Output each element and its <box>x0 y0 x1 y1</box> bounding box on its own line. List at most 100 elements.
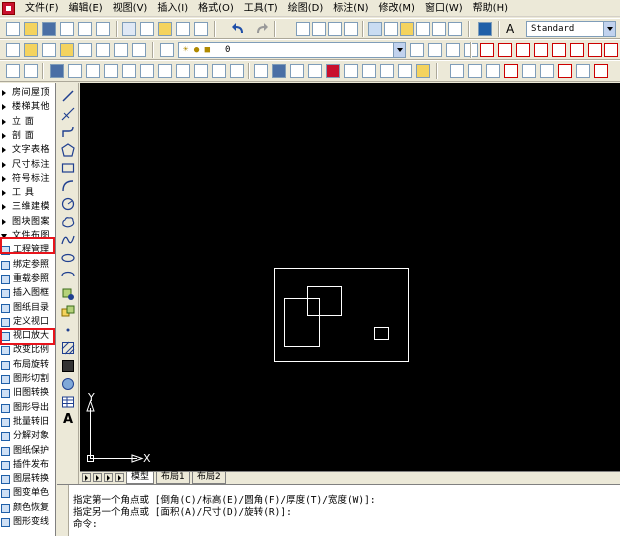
make-block-icon[interactable] <box>61 305 75 319</box>
eraser-icon[interactable] <box>326 64 340 78</box>
open-file-icon[interactable] <box>24 22 38 36</box>
tool-h-icon[interactable] <box>540 64 554 78</box>
undo-icon[interactable] <box>232 22 246 36</box>
polyline-icon[interactable] <box>61 125 75 139</box>
column-icon[interactable] <box>68 64 82 78</box>
insert-block-icon[interactable] <box>61 287 75 301</box>
text-icon[interactable] <box>230 64 244 78</box>
palette-command[interactable]: 布局旋转 <box>0 359 55 372</box>
region-icon[interactable] <box>61 377 75 391</box>
save-icon[interactable] <box>42 22 56 36</box>
palette-command[interactable]: 分解对象 <box>0 430 55 443</box>
window-icon[interactable] <box>122 64 136 78</box>
pan-icon[interactable] <box>296 22 310 36</box>
tool-j-icon[interactable] <box>576 64 590 78</box>
paste-icon[interactable] <box>158 22 172 36</box>
menu-item[interactable]: 文件(F) <box>20 0 64 17</box>
palette-command[interactable]: 定义视口 <box>0 316 55 329</box>
polygon-icon[interactable] <box>61 143 75 157</box>
tool-f-icon[interactable] <box>504 64 518 78</box>
sheet-set-icon[interactable] <box>416 22 430 36</box>
tool-i-icon[interactable] <box>558 64 572 78</box>
layer-freeze-icon[interactable] <box>42 43 56 57</box>
palette-category[interactable]: 立 面 <box>0 116 55 129</box>
dimension-icon[interactable] <box>158 64 172 78</box>
layer-isolate-icon[interactable] <box>446 43 460 57</box>
osnap-icon[interactable] <box>552 43 566 57</box>
markup-icon[interactable] <box>432 22 446 36</box>
ortho-icon[interactable] <box>516 43 530 57</box>
palette-category[interactable]: 工 具 <box>0 187 55 200</box>
menu-item[interactable]: 窗口(W) <box>420 0 468 17</box>
menu-item[interactable]: 视图(V) <box>108 0 153 17</box>
small-square[interactable] <box>374 327 389 340</box>
axis-icon[interactable] <box>140 64 154 78</box>
cut-icon[interactable] <box>122 22 136 36</box>
palette-command[interactable]: 图形切割 <box>0 373 55 386</box>
bulb-icon[interactable] <box>24 43 38 57</box>
menu-item[interactable]: 格式(O) <box>193 0 239 17</box>
block-editor-icon[interactable] <box>194 22 208 36</box>
zoom-realtime-icon[interactable] <box>312 22 326 36</box>
palette-category[interactable]: 剖 面 <box>0 130 55 143</box>
drawing-canvas[interactable]: Y X <box>80 83 620 471</box>
palette-category[interactable]: 尺寸标注 <box>0 159 55 172</box>
plot-icon[interactable] <box>96 22 110 36</box>
properties-icon[interactable] <box>368 22 382 36</box>
redo-icon[interactable] <box>254 22 268 36</box>
palette-command[interactable]: 颜色恢复 <box>0 502 55 515</box>
small-rectangle-left[interactable] <box>284 298 320 347</box>
grid-icon[interactable] <box>480 43 494 57</box>
polar-icon[interactable] <box>534 43 548 57</box>
palette-command[interactable]: 图形变线 <box>0 516 55 529</box>
command-grip[interactable] <box>57 485 69 536</box>
palette-category[interactable]: 三维建模 <box>0 201 55 214</box>
zoom-window-icon[interactable] <box>328 22 342 36</box>
new-file-icon[interactable] <box>6 22 20 36</box>
command-prompt[interactable]: 命令: <box>73 519 98 531</box>
menu-item[interactable]: 绘图(D) <box>283 0 329 17</box>
block-icon[interactable] <box>272 64 286 78</box>
match-properties-icon[interactable] <box>176 22 190 36</box>
mtext-icon[interactable]: A <box>61 413 75 427</box>
layer-lock-icon[interactable] <box>60 43 74 57</box>
palette-command[interactable]: 图形导出 <box>0 402 55 415</box>
room-icon[interactable] <box>308 64 322 78</box>
table-draw-icon[interactable] <box>61 395 75 409</box>
palette-command[interactable]: 图纸目录 <box>0 302 55 315</box>
design-center-icon[interactable] <box>384 22 398 36</box>
layer-select[interactable]: ☀ ● ■ 0 <box>178 42 406 58</box>
print-preview-icon[interactable] <box>78 22 92 36</box>
ellipse-arc-icon[interactable] <box>61 269 75 283</box>
layer-manager-icon[interactable] <box>160 43 174 57</box>
tab-model[interactable]: 模型 <box>126 472 155 484</box>
small-rectangle-top[interactable] <box>307 286 342 316</box>
section-icon[interactable] <box>212 64 226 78</box>
label-icon[interactable] <box>176 64 190 78</box>
tool-a-icon[interactable] <box>6 64 20 78</box>
palette-category[interactable]: 符号标注 <box>0 173 55 186</box>
otrack-icon[interactable] <box>570 43 584 57</box>
line-icon[interactable] <box>61 89 75 103</box>
calculator-icon[interactable] <box>448 22 462 36</box>
palette-command[interactable]: 绑定参照 <box>0 259 55 272</box>
layer-print-icon[interactable] <box>96 43 110 57</box>
stair-icon[interactable] <box>86 64 100 78</box>
tab-prev-button[interactable] <box>93 473 102 482</box>
circle-icon[interactable] <box>61 197 75 211</box>
help-question-icon[interactable] <box>6 43 20 57</box>
palette-category[interactable]: 房间屋顶 <box>0 87 55 100</box>
menu-item[interactable]: 工具(T) <box>239 0 283 17</box>
palette-command[interactable]: 重载参照 <box>0 273 55 286</box>
menu-item[interactable]: 帮助(H) <box>468 0 513 17</box>
layer-new-icon[interactable] <box>114 43 128 57</box>
help-icon[interactable] <box>478 22 492 36</box>
app-menu-icon[interactable] <box>2 2 15 15</box>
palette-command[interactable]: 图层转换 <box>0 473 55 486</box>
palette-command[interactable]: 批量转旧 <box>0 416 55 429</box>
palette-command[interactable]: 插件发布 <box>0 459 55 472</box>
text-style-select[interactable]: Standard <box>526 21 616 37</box>
wall-icon[interactable] <box>50 64 64 78</box>
tool-palettes-icon[interactable] <box>400 22 414 36</box>
layer-states-icon[interactable] <box>132 43 146 57</box>
